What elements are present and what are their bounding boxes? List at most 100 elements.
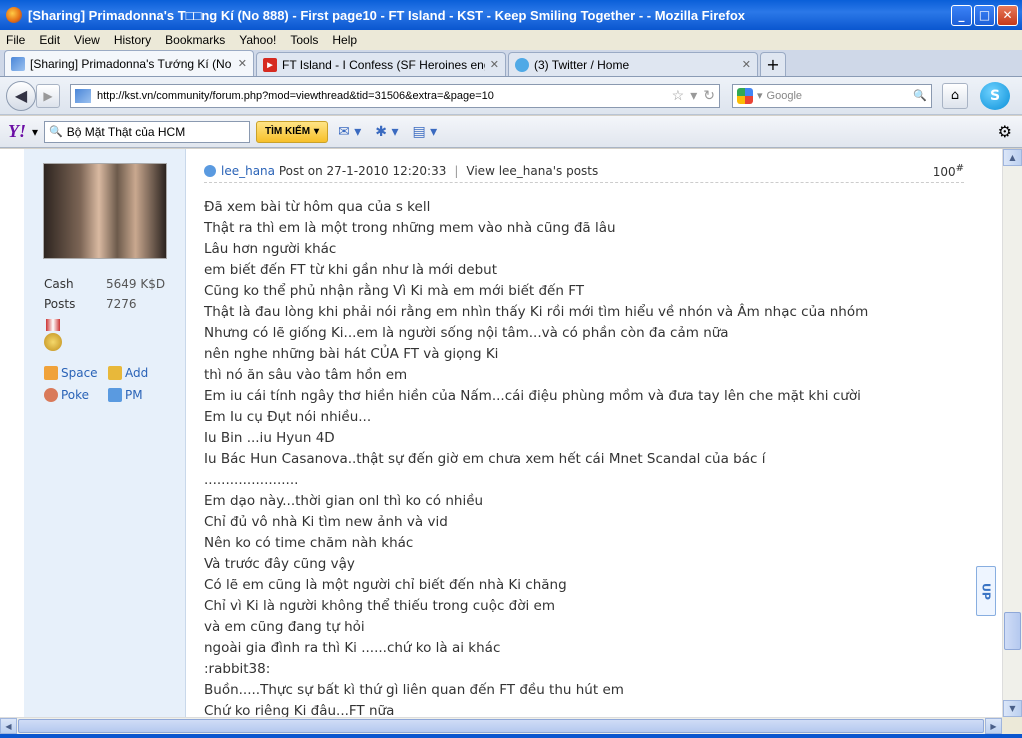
menu-view[interactable]: View bbox=[74, 33, 100, 47]
mail-icon[interactable]: ✉ ▾ bbox=[334, 124, 365, 140]
minimize-button[interactable]: _ bbox=[951, 4, 972, 26]
search-engine-dropdown-icon[interactable]: ▾ bbox=[757, 89, 763, 102]
title-bar: [Sharing] Primadonna's T□□ng Kí (No 888)… bbox=[0, 0, 1022, 30]
poke-label: Poke bbox=[61, 388, 90, 402]
post-line: Cũng ko thể phủ nhận rằng Vì Ki mà em mớ… bbox=[204, 283, 584, 299]
firefox-icon bbox=[6, 7, 22, 23]
tab-close-icon[interactable]: ✕ bbox=[490, 58, 499, 71]
url-text[interactable]: http://kst.vn/community/forum.php?mod=vi… bbox=[97, 90, 666, 102]
tab-close-icon[interactable]: ✕ bbox=[238, 57, 247, 70]
window-title: [Sharing] Primadonna's T□□ng Kí (No 888)… bbox=[28, 7, 746, 23]
add-friend-link[interactable]: Add bbox=[108, 366, 148, 380]
reload-icon[interactable]: ↻ bbox=[703, 87, 715, 104]
tab-kst[interactable]: [Sharing] Primadonna's Tướng Kí (No 888.… bbox=[4, 50, 254, 76]
page-content: Cash 5649 K$D Posts 7276 Space Add Poke PM… bbox=[0, 149, 1002, 717]
scrollbar-corner bbox=[1002, 717, 1022, 734]
notepad-icon[interactable]: ▤ ▾ bbox=[409, 124, 442, 140]
close-button[interactable]: ✕ bbox=[997, 4, 1018, 26]
yahoo-search-button-label: TÌM KIẾM bbox=[265, 126, 311, 137]
home-icon[interactable]: ⌂ bbox=[942, 82, 968, 109]
puzzle-icon[interactable]: ✱ ▾ bbox=[371, 124, 402, 140]
post-line: Buồn.....Thực sự bất kì thứ gì liên quan… bbox=[204, 682, 624, 698]
post-header: lee_hana Post on 27-1-2010 12:20:33 | Vi… bbox=[204, 159, 964, 183]
scroll-left-arrow-icon[interactable]: ◀ bbox=[0, 718, 17, 734]
new-tab-button[interactable]: + bbox=[760, 52, 786, 76]
back-button[interactable]: ◀ bbox=[6, 80, 36, 111]
pm-label: PM bbox=[125, 388, 143, 402]
posts-label: Posts bbox=[44, 297, 76, 311]
post-line: Chứ ko riêng Ki đâu...FT nữa bbox=[204, 703, 395, 717]
cash-label: Cash bbox=[44, 277, 74, 291]
view-posts-link[interactable]: View lee_hana's posts bbox=[466, 164, 598, 178]
post-body: Đã xem bài từ hôm qua của s kell Thật ra … bbox=[204, 197, 974, 717]
post-line: thì nó ăn sâu vào tâm hồn em bbox=[204, 367, 408, 383]
search-bar[interactable]: ▾ Google 🔍 bbox=[732, 83, 932, 108]
post-line: nên nghe những bài hát CỦA FT và giọng K… bbox=[204, 346, 499, 362]
menu-file[interactable]: File bbox=[6, 33, 25, 47]
avatar[interactable] bbox=[43, 163, 167, 259]
cash-value: 5649 K$D bbox=[106, 277, 166, 291]
add-label: Add bbox=[125, 366, 149, 380]
post-line: Em dạo này...thời gian onl thì ko có nhi… bbox=[204, 493, 484, 509]
vertical-scrollbar[interactable]: ▲ ▼ bbox=[1002, 149, 1022, 717]
navigation-bar: ◀ ▶ http://kst.vn/community/forum.php?mo… bbox=[0, 77, 1022, 115]
yahoo-dropdown-icon[interactable]: ▾ bbox=[32, 125, 38, 139]
gear-icon[interactable]: ⚙ bbox=[998, 122, 1012, 141]
space-link[interactable]: Space bbox=[44, 366, 98, 380]
post-line: Đã xem bài từ hôm qua của s kell bbox=[204, 199, 431, 215]
post-line: và em cũng đang tự hỏi bbox=[204, 619, 365, 635]
vertical-scroll-thumb[interactable] bbox=[1004, 612, 1021, 650]
yahoo-logo-icon[interactable]: Y! bbox=[8, 121, 26, 142]
yahoo-search-value[interactable]: Bộ Mặt Thật của HCM bbox=[67, 125, 186, 139]
skype-icon[interactable]: S bbox=[980, 81, 1010, 110]
tab-youtube[interactable]: ▶ FT Island - I Confess (SF Heroines eng… bbox=[256, 52, 506, 76]
post-line: Chỉ vì Ki là người không thể thiếu trong… bbox=[204, 598, 555, 614]
mail-icon bbox=[108, 388, 122, 402]
post-author-link[interactable]: lee_hana bbox=[221, 164, 275, 178]
post-line: Em Iu cụ Đụt nói nhiều... bbox=[204, 409, 372, 425]
menu-bar: File Edit View History Bookmarks Yahoo! … bbox=[0, 30, 1022, 50]
tab-twitter[interactable]: (3) Twitter / Home ✕ bbox=[508, 52, 758, 76]
scroll-right-arrow-icon[interactable]: ▶ bbox=[985, 718, 1002, 734]
handshake-icon bbox=[108, 366, 122, 380]
menu-tools[interactable]: Tools bbox=[290, 33, 318, 47]
window-controls: _ □ ✕ bbox=[951, 4, 1018, 26]
menu-yahoo[interactable]: Yahoo! bbox=[239, 33, 276, 47]
scroll-up-button[interactable]: UP bbox=[976, 566, 996, 616]
yahoo-search-input[interactable]: 🔍 Bộ Mặt Thật của HCM bbox=[44, 120, 251, 143]
menu-help[interactable]: Help bbox=[332, 33, 357, 47]
separator: | bbox=[454, 163, 459, 178]
posts-stat: Posts 7276 bbox=[44, 297, 137, 311]
post-line: ...................... bbox=[204, 472, 299, 488]
yahoo-search-button[interactable]: TÌM KIẾM ▾ bbox=[256, 120, 329, 143]
menu-history[interactable]: History bbox=[114, 33, 151, 47]
url-bar[interactable]: http://kst.vn/community/forum.php?mod=vi… bbox=[70, 83, 720, 108]
forward-button[interactable]: ▶ bbox=[36, 83, 60, 108]
horizontal-scrollbar[interactable]: ◀ ▶ bbox=[0, 717, 1002, 734]
google-icon bbox=[737, 87, 753, 104]
post-date: Post on 27-1-2010 12:20:33 bbox=[278, 163, 447, 178]
horizontal-scroll-thumb[interactable] bbox=[18, 719, 984, 733]
home-icon bbox=[44, 366, 58, 380]
post-number-mark: # bbox=[955, 162, 964, 174]
post-line: ngoài gia đình ra thì Ki ......chứ ko là… bbox=[204, 640, 501, 656]
tab-label: [Sharing] Primadonna's Tướng Kí (No 888.… bbox=[30, 56, 233, 71]
maximize-button[interactable]: □ bbox=[974, 4, 995, 26]
post-line: Chỉ đủ vô nhà Ki tìm new ảnh và vid bbox=[204, 514, 448, 530]
online-status-icon bbox=[204, 164, 216, 177]
poke-link[interactable]: Poke bbox=[44, 388, 89, 402]
scroll-down-arrow-icon[interactable]: ▼ bbox=[1003, 700, 1022, 717]
medal-icon[interactable] bbox=[44, 319, 62, 353]
bookmark-star-icon[interactable]: ☆ bbox=[672, 87, 685, 104]
twitter-icon bbox=[515, 57, 529, 72]
scroll-up-arrow-icon[interactable]: ▲ bbox=[1003, 149, 1022, 166]
dropdown-arrow-icon[interactable]: ▾ bbox=[690, 87, 697, 104]
yahoo-toolbar: Y! ▾ 🔍 Bộ Mặt Thật của HCM TÌM KIẾM ▾ ✉ … bbox=[0, 116, 1022, 148]
tab-close-icon[interactable]: ✕ bbox=[742, 58, 751, 71]
search-placeholder[interactable]: Google bbox=[767, 90, 910, 102]
youtube-icon: ▶ bbox=[263, 57, 277, 72]
search-icon[interactable]: 🔍 bbox=[913, 89, 927, 102]
pm-link[interactable]: PM bbox=[108, 388, 143, 402]
menu-edit[interactable]: Edit bbox=[39, 33, 60, 47]
menu-bookmarks[interactable]: Bookmarks bbox=[165, 33, 225, 47]
